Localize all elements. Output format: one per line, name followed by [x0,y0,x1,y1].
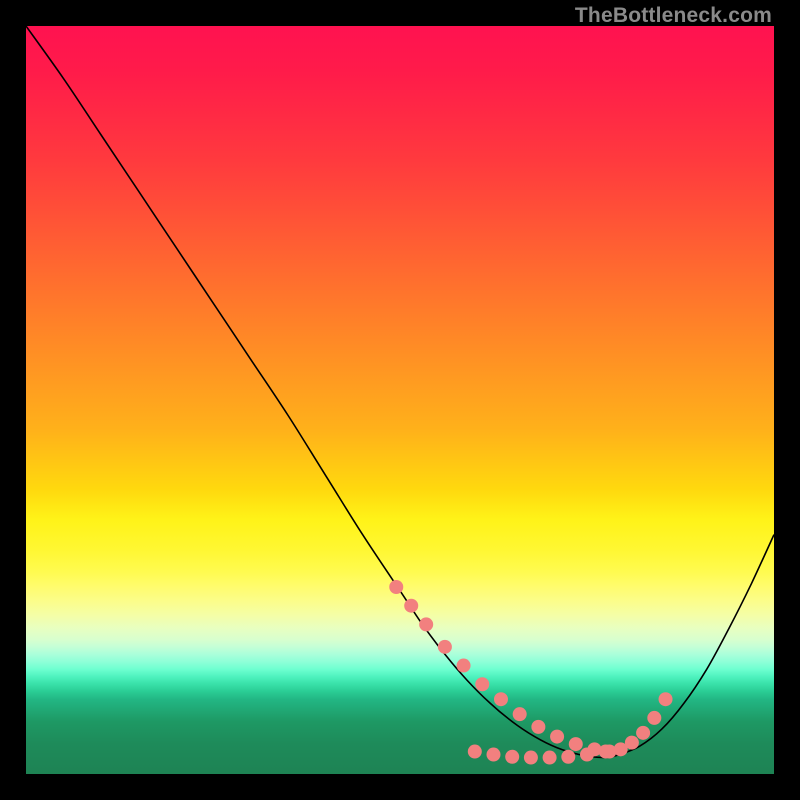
curve-markers [389,580,672,765]
marker-dot [438,640,452,654]
chart-frame [26,26,774,774]
marker-dot [505,750,519,764]
marker-dot [494,692,508,706]
chart-plot [26,26,774,774]
marker-dot [580,748,594,762]
marker-dot [569,737,583,751]
marker-dot [599,745,613,759]
marker-dot [543,751,557,765]
marker-dot [457,659,471,673]
marker-dot [550,730,564,744]
marker-dot [561,750,575,764]
marker-dot [524,751,538,765]
marker-dot [468,745,482,759]
marker-dot [531,720,545,734]
marker-dot [404,599,418,613]
marker-dot [419,617,433,631]
marker-dot [389,580,403,594]
watermark-text: TheBottleneck.com [575,4,772,28]
marker-dot [513,707,527,721]
marker-dot [625,736,639,750]
marker-dot [636,726,650,740]
marker-dot [475,677,489,691]
bottleneck-curve [26,26,774,758]
marker-dot [487,748,501,762]
marker-dot [659,692,673,706]
marker-dot [647,711,661,725]
